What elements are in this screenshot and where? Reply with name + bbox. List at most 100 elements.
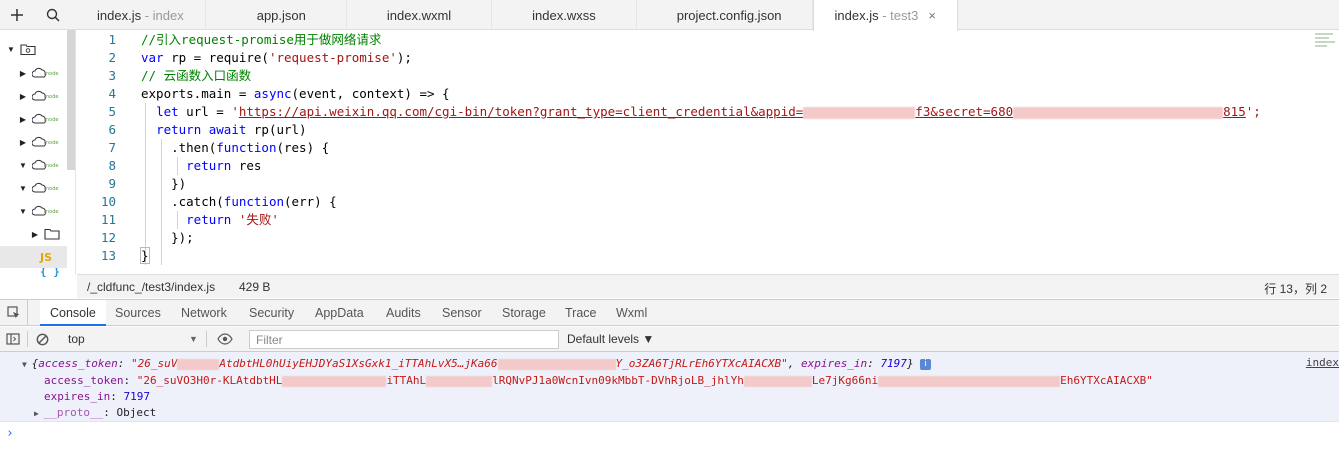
tree-scrollbar[interactable]	[67, 30, 75, 170]
dropdown-arrow-icon[interactable]: ▼	[189, 330, 198, 349]
chevron-right-icon[interactable]: ▶	[18, 115, 28, 124]
devtools-tab-network[interactable]: Network	[171, 300, 237, 326]
tree-file-json[interactable]: { }	[0, 268, 67, 278]
code-text: (err) {	[284, 194, 337, 209]
prop-value: lRQNvPJ1a0WcnIvn09kMbbT-DVhRjoLB_jhlYh	[492, 374, 744, 387]
tab-app-json[interactable]: app.json	[206, 0, 347, 30]
clear-console-button[interactable]	[31, 327, 53, 351]
tree-file-index-js[interactable]: JS	[0, 246, 67, 268]
search-icon	[46, 8, 60, 22]
devtools-tab-wxml[interactable]: Wxml	[606, 300, 657, 326]
obj-brace: }	[906, 357, 914, 370]
tab-index-js-test3[interactable]: index.js - test3 ×	[812, 0, 958, 31]
minimap-line	[1315, 45, 1327, 47]
tab-index-wxss[interactable]: index.wxss	[492, 0, 637, 30]
search-button[interactable]	[36, 0, 70, 30]
tree-cloud-function-1[interactable]: ▶ node	[0, 62, 67, 84]
proto-row[interactable]: ▶ __proto__: Object	[34, 405, 156, 421]
tree-cloud-function-3[interactable]: ▶ node	[0, 108, 67, 130]
object-summary-row[interactable]: ▼ {access_token: "26_suV AtdbtHL0hUiyEHJD…	[22, 356, 932, 372]
prop-value: "26_suVO3H0r-KLAtdbtHL	[136, 374, 283, 387]
redacted-token	[497, 358, 616, 370]
tree-cloud-function-7[interactable]: ▼ node	[0, 200, 67, 222]
console-prompt[interactable]: ›	[6, 426, 14, 441]
code-keyword: return	[156, 122, 202, 137]
node-badge: node	[46, 209, 58, 215]
inspect-element-button[interactable]	[0, 300, 28, 326]
devtools-tab-storage[interactable]: Storage	[492, 300, 556, 326]
tree-folder[interactable]: ▶	[0, 223, 67, 245]
tree-cloud-function-6[interactable]: ▼ node	[0, 177, 67, 199]
chevron-right-icon[interactable]: ▶	[18, 138, 28, 147]
close-icon[interactable]: ×	[928, 8, 936, 23]
file-tree: ▼ ▶ node ▶ node ▶ node ▶ node ▼ node ▼ n…	[0, 30, 76, 278]
prop-value: Eh6YTXcAIACXB"	[1060, 374, 1153, 387]
chevron-down-icon[interactable]: ▼	[18, 207, 28, 216]
expand-triangle-icon[interactable]: ▼	[22, 360, 32, 369]
obj-key: expires_in	[800, 357, 868, 370]
eye-icon	[217, 333, 233, 345]
minimap[interactable]	[1315, 31, 1337, 61]
live-expression-button[interactable]	[214, 327, 236, 351]
toggle-drawer-button[interactable]	[2, 327, 24, 351]
code-keyword: function	[223, 194, 285, 209]
devtools-tab-sensor[interactable]: Sensor	[432, 300, 492, 326]
tree-cloud-function-5[interactable]: ▼ node	[0, 154, 67, 176]
code-line-9: })	[141, 175, 1261, 193]
code-text: .catch(	[171, 194, 224, 209]
code-editor[interactable]: 1 2 3 4 5 6 7 8 9 10 11 12 13 //引入request-promise用于做…	[77, 31, 1339, 274]
prop-value: Object	[116, 406, 157, 419]
line-number: 2	[108, 50, 116, 65]
code-url[interactable]: 815	[1223, 104, 1246, 119]
devtools-tab-sources[interactable]: Sources	[105, 300, 171, 326]
code-string: '	[231, 104, 239, 119]
code-text: .then(	[171, 140, 217, 155]
code-line-5: let url = 'https://api.weixin.qq.com/cgi…	[141, 103, 1261, 121]
line-number: 1	[108, 32, 116, 47]
redacted-secret	[1013, 106, 1224, 119]
devtools-tab-audits[interactable]: Audits	[376, 300, 431, 326]
devtools-tab-security[interactable]: Security	[239, 300, 304, 326]
tree-cloud-function-4[interactable]: ▶ node	[0, 131, 67, 153]
code-text: res	[231, 158, 262, 173]
code-text: });	[171, 230, 194, 245]
status-bar: /_cldfunc_/test3/index.js 429 B 行 13，列 2	[77, 274, 1339, 298]
node-badge: node	[46, 140, 58, 146]
redacted-appid	[803, 106, 916, 119]
devtools-tab-trace[interactable]: Trace	[555, 300, 607, 326]
info-icon[interactable]: i	[920, 358, 932, 370]
log-levels-dropdown[interactable]: Default levels ▼	[567, 330, 654, 349]
console-filter-input[interactable]	[249, 330, 559, 349]
tab-project-config-json[interactable]: project.config.json	[637, 0, 813, 30]
line-number: 5	[108, 104, 116, 119]
tree-cloud-function-2[interactable]: ▶ node	[0, 85, 67, 107]
chevron-down-icon[interactable]: ▼	[18, 161, 28, 170]
tab-index-wxml[interactable]: index.wxml	[347, 0, 493, 30]
devtools-tab-appdata[interactable]: AppData	[305, 300, 374, 326]
obj-value: AtdbtHL0hUiyEHJDYaS1XsGxk1_iTTAhLvX5…jKa…	[219, 357, 498, 370]
add-file-button[interactable]	[0, 0, 34, 30]
line-number: 6	[108, 122, 116, 137]
prop-value: 7197	[123, 390, 150, 403]
code-text: (event, context) => {	[291, 86, 450, 101]
context-selector[interactable]: top	[60, 330, 210, 349]
code-line-13: }	[140, 247, 1261, 265]
code-url[interactable]: https://api.weixin.qq.com/cgi-bin/token?…	[239, 104, 803, 119]
code-text: (res) {	[276, 140, 330, 155]
minimap-line	[1315, 33, 1333, 35]
chevron-right-icon[interactable]: ▶	[18, 69, 28, 78]
expand-triangle-icon[interactable]: ▶	[34, 409, 44, 418]
chevron-down-icon[interactable]: ▼	[18, 184, 28, 193]
code-url[interactable]: f3&secret=680	[915, 104, 1013, 119]
tab-index-js-index[interactable]: index.js - index	[76, 0, 206, 30]
obj-value: Y_o3ZA6TjRLrEh6YTXcAIACXB"	[615, 357, 788, 370]
code-text: exports.main =	[141, 86, 254, 101]
status-cursor-position[interactable]: 行 13，列 2	[1264, 280, 1327, 297]
devtools-tab-console[interactable]: Console	[40, 300, 106, 326]
tree-root-folder[interactable]: ▼	[0, 38, 67, 60]
source-link[interactable]: index	[1306, 356, 1339, 369]
chevron-down-icon[interactable]: ▼	[6, 45, 16, 54]
chevron-right-icon[interactable]: ▶	[18, 92, 28, 101]
tab-label: project.config.json	[676, 8, 782, 23]
chevron-right-icon[interactable]: ▶	[30, 230, 40, 239]
